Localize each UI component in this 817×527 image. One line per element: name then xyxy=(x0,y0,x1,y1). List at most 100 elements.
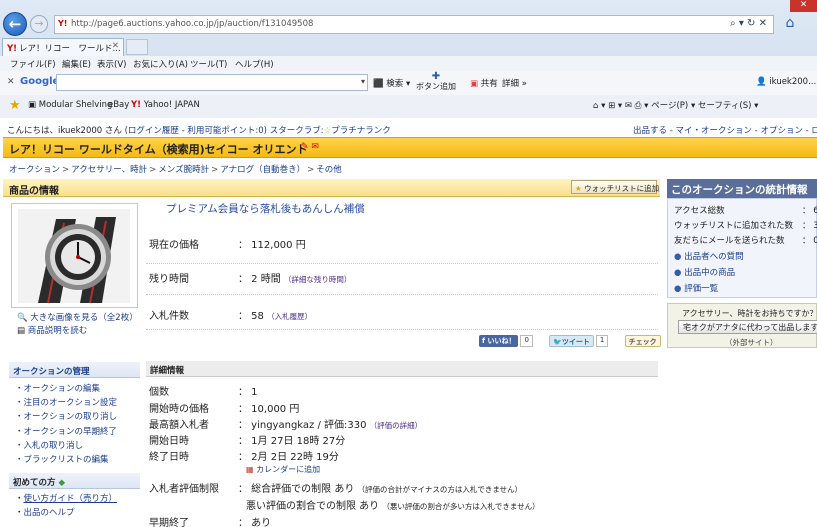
menu-favorites[interactable]: お気に入り(A) xyxy=(133,58,188,70)
magnifier-icon: 🔍 xyxy=(17,313,28,323)
edit-blacklist-link[interactable]: ・ブラックリストの編集 xyxy=(15,453,117,467)
menu-tools[interactable]: ツール(T) xyxy=(190,58,227,70)
watch-photo[interactable] xyxy=(18,209,130,303)
consign-ad: アクセサリー、時計をお持ちですか？ 宅オクがアナタに代わって出品します （外部サ… xyxy=(667,303,817,348)
google-user-button[interactable]: 👤 ikuek200... xyxy=(756,77,816,87)
beginners-title: 初めての方 xyxy=(13,478,56,488)
command-bar[interactable]: ⌂ ▾ ⊞ ▾ ✉ ⎙ ▾ ページ(P) ▾ セーフティ(S) ▾ xyxy=(593,99,758,111)
access-label: アクセス総数 xyxy=(674,206,725,216)
share-button[interactable]: ▣ 共有 xyxy=(470,77,498,89)
ask-seller-link[interactable]: ● 出品者への質問 xyxy=(674,250,744,262)
menu-view[interactable]: 表示(V) xyxy=(97,58,126,70)
yahoo-tab-icon: Y! xyxy=(7,44,18,54)
bid-count-text: ： 58 xyxy=(238,311,264,322)
calendar-icon: ▦ xyxy=(246,465,254,474)
add-calendar-link[interactable]: ▦ カレンダーに追加 xyxy=(246,464,320,475)
featured-auction-link[interactable]: ・注目のオークション設定 xyxy=(15,396,117,410)
price-label: 現在の価格 xyxy=(149,240,199,251)
favorite-modular-shelving[interactable]: ▣ Modular Shelving xyxy=(28,100,112,110)
start-price-value: ： 10,000 円 xyxy=(238,404,300,415)
menu-help[interactable]: ヘルプ(H) xyxy=(235,58,274,70)
premium-promo-link[interactable]: プレミアム会員なら落札後もあんしん補償 xyxy=(166,201,365,216)
access-value: ： 658 xyxy=(802,206,817,216)
auction-management-list: ・オークションの編集 ・注目のオークション設定 ・オークションの取り消し ・オー… xyxy=(15,382,117,467)
auction-title: レア！リコー ワールドタイム（検索用)セイコー オリエント xyxy=(9,143,308,156)
back-button[interactable]: ← xyxy=(3,12,27,36)
bid-history-link[interactable]: （入札履歴） xyxy=(267,312,312,321)
stats-panel: アクセス総数 ： 658 ウォッチリストに追加された数 ： 38 友だちにメールを送… xyxy=(667,198,817,298)
bidder-restriction-label: 入札者評価制限 xyxy=(149,484,219,495)
tab-row: Y! レア！リコー ワールド... ✕ xyxy=(0,37,817,56)
cancel-bid-link[interactable]: ・入札の取り消し xyxy=(15,439,117,453)
cancel-auction-link[interactable]: ・オークションの取り消し xyxy=(15,410,117,424)
end-date-label: 終了日時 xyxy=(149,452,189,463)
breadcrumb-item[interactable]: メンズ腕時計 xyxy=(158,165,209,175)
breadcrumb-item[interactable]: その他 xyxy=(316,165,342,175)
window-close-icon[interactable]: ✕ xyxy=(790,0,817,12)
read-description-link[interactable]: ▤ 商品説明を読む xyxy=(17,325,138,338)
welcome-text: こんにちは、ikuek2000 さん (ログイン履歴 - 利用可能ポイント:0)… xyxy=(7,124,391,136)
ratings-link[interactable]: ● 評価一覧 xyxy=(674,282,718,294)
top-bidder-value: ： yingyangkaz / 評価:330 （評価の詳細） xyxy=(238,416,422,431)
tab-close-icon[interactable]: ✕ xyxy=(112,41,119,51)
tweet-button[interactable]: 🐦ツイート xyxy=(549,335,594,347)
add-button-button[interactable]: ✚ ボタン追加 xyxy=(416,72,456,92)
chevron-down-icon[interactable]: ▾ xyxy=(361,77,365,86)
top-bidder-text[interactable]: ： yingyangkaz / 評価:330 xyxy=(238,420,366,431)
tab-auction[interactable]: Y! レア！リコー ワールド... ✕ xyxy=(2,38,124,56)
time-detail-link[interactable]: （詳細な残り時間） xyxy=(284,275,352,284)
breadcrumb-item[interactable]: アクセサリー、時計 xyxy=(71,165,147,175)
time-left-value: ： 2 時間 （詳細な残り時間） xyxy=(238,270,351,285)
toolbar-close-icon[interactable]: ✕ xyxy=(7,77,15,87)
restriction-total-text: ： 総合評価での制限 あり xyxy=(238,484,355,495)
add-watchlist-button[interactable]: ★ ウォッチリストに追加 xyxy=(571,180,659,194)
quantity-label: 個数 xyxy=(149,387,169,398)
item-image-frame[interactable] xyxy=(11,203,138,308)
favorites-star-icon[interactable]: ★ xyxy=(9,98,21,113)
forward-button[interactable]: → xyxy=(30,15,48,33)
end-date-value: ： 2月 2日 22時 19分 xyxy=(238,452,339,463)
address-tools[interactable]: ⌕ ▾ ↻ ✕ xyxy=(730,18,767,29)
mixi-check-button[interactable]: チェック xyxy=(624,335,661,347)
google-search-label: 検索 xyxy=(386,79,404,89)
google-user-label: ikuek200... xyxy=(769,77,817,87)
start-price-label: 開始時の価格 xyxy=(149,404,209,415)
favorite-yahoo-japan[interactable]: Y! Yahoo! JAPAN xyxy=(131,100,200,110)
home-icon[interactable]: ⌂ xyxy=(782,15,798,31)
divider xyxy=(146,329,658,330)
menu-edit[interactable]: 編集(E) xyxy=(62,58,91,70)
address-bar[interactable]: Y! http://page6.auctions.yahoo.co.jp/jp/… xyxy=(54,15,774,34)
more-button[interactable]: 詳細 » xyxy=(502,77,527,89)
breadcrumb-item[interactable]: オークション xyxy=(9,165,60,175)
favorite-label: Modular Shelving xyxy=(38,100,113,110)
image-links: 🔍 大きな画像を見る（全2枚） ▤ 商品説明を読む xyxy=(17,312,138,338)
seller-items-link[interactable]: ● 出品中の商品 xyxy=(674,266,735,278)
google-search-button[interactable]: ⬛ 検索 ▾ xyxy=(373,77,410,89)
favorite-ebay[interactable]: eBay xyxy=(108,100,129,110)
welcome-bar: こんにちは、ikuek2000 さん (ログイン履歴 - 利用可能ポイント:0)… xyxy=(0,120,817,136)
facebook-like-button[interactable]: f いいね！ xyxy=(479,335,519,347)
view-large-image-link[interactable]: 🔍 大きな画像を見る（全2枚） xyxy=(17,312,138,325)
stats-header: このオークションの統計情報 xyxy=(667,179,817,198)
listing-help-link[interactable]: ・出品のヘルプ xyxy=(15,506,117,520)
account-links[interactable]: (ログイン履歴 - 利用可能ポイント:0) スタークラブ: xyxy=(125,126,324,136)
new-tab-button[interactable] xyxy=(126,39,148,55)
edit-auction-link[interactable]: ・オークションの編集 xyxy=(15,382,117,396)
address-row: ← → Y! http://page6.auctions.yahoo.co.jp… xyxy=(0,0,817,37)
time-left-text: ： 2 時間 xyxy=(238,274,281,285)
consign-button[interactable]: 宅オクがアナタに代わって出品します xyxy=(678,320,817,334)
external-site-label: （外部サイト） xyxy=(725,338,778,347)
edit-icon[interactable]: ✎ ✉ xyxy=(301,142,319,152)
favorites-bar: ★ ▣ Modular Shelving eBay Y! Yahoo! JAPA… xyxy=(0,95,817,118)
account-menu[interactable]: 出品する - マイ・オークション - オプション - ログアウト xyxy=(633,124,817,136)
item-info-header: 商品の情報 ★ ウォッチリストに追加 xyxy=(3,179,660,197)
star-rank[interactable]: プラチナランク xyxy=(331,126,391,136)
menu-file[interactable]: ファイル(F) xyxy=(10,58,56,70)
guide-link[interactable]: ・使い方ガイド（売り方） xyxy=(15,492,117,506)
end-early-link[interactable]: ・オークションの早期終了 xyxy=(15,425,117,439)
google-search-input[interactable]: ▾ xyxy=(56,74,368,91)
bullet-icon: ● xyxy=(674,252,682,262)
breadcrumb-item[interactable]: アナログ（自動巻き） xyxy=(220,165,305,175)
rating-detail-link[interactable]: （評価の詳細） xyxy=(370,421,423,430)
divider xyxy=(146,263,658,264)
